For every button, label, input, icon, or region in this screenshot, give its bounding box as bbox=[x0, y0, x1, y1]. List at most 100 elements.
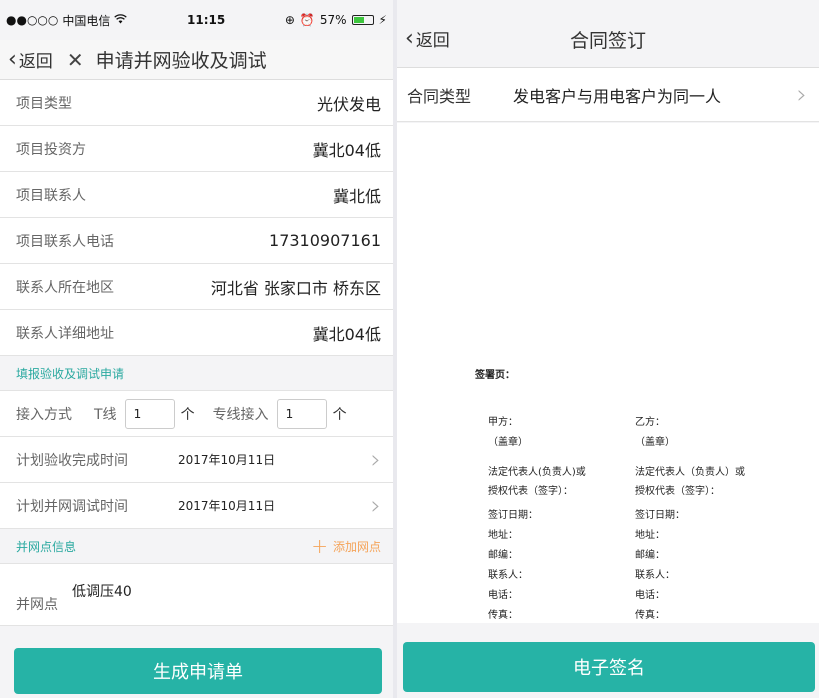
field-row-address: 联系人详细地址 冀北04低 bbox=[0, 310, 393, 356]
party-b-line: 地址： bbox=[635, 530, 665, 541]
add-grid-point-label: 添加网点 bbox=[332, 539, 381, 554]
clock: 11:15 bbox=[187, 13, 226, 27]
field-value: 17310907161 bbox=[269, 231, 381, 250]
grid-point-label: 并网点 bbox=[16, 596, 58, 613]
party-b-line: 联系人： bbox=[635, 570, 675, 581]
project-info-list: 项目类型 光伏发电 项目投资方 冀北04低 项目联系人 冀北低 项目联系人电话 … bbox=[0, 80, 393, 356]
party-b-line: 法定代表人（负责人）或 bbox=[635, 467, 745, 478]
party-b-line: 邮编： bbox=[635, 550, 665, 561]
generate-application-button[interactable]: 生成申请单 bbox=[14, 648, 382, 694]
grid-point-value: 低调压40 bbox=[72, 583, 132, 600]
signature-heading: 签署页： bbox=[475, 370, 515, 381]
close-icon[interactable]: ✕ bbox=[67, 48, 84, 72]
party-a-line: （盖章） bbox=[488, 437, 528, 448]
contract-type-value: 发电客户与用电客户为同一人 bbox=[513, 86, 722, 106]
party-a-line: 电话： bbox=[488, 590, 518, 601]
section-title: 并网点信息 bbox=[16, 539, 77, 554]
add-grid-point-button[interactable]: + 添加网点 bbox=[311, 536, 381, 556]
party-b-line: 签订日期： bbox=[635, 510, 685, 521]
field-row-project-type: 项目类型 光伏发电 bbox=[0, 80, 393, 126]
field-label: 项目联系人 bbox=[16, 187, 86, 204]
carrier-label: 中国电信 bbox=[62, 13, 111, 28]
party-a-line: 甲方： bbox=[488, 417, 518, 428]
field-value: 河北省 张家口市 桥东区 bbox=[210, 278, 381, 298]
dedicated-line-unit: 个 bbox=[332, 406, 347, 423]
dedicated-line-label: 专线接入 bbox=[212, 406, 269, 423]
page-title: 合同签订 bbox=[569, 30, 646, 52]
signal-icon: ●●○○○ bbox=[6, 13, 59, 27]
field-value: 冀北04低 bbox=[312, 140, 381, 160]
party-b-line: 传真： bbox=[635, 610, 665, 621]
nav-bar: ‹ 返回 合同签订 bbox=[397, 12, 819, 68]
t-line-unit: 个 bbox=[180, 406, 195, 423]
electronic-signature-button[interactable]: 电子签名 bbox=[403, 642, 815, 692]
section-header-apply: 填报验收及调试申请 bbox=[0, 356, 393, 391]
alarm-icon: ⏰ bbox=[299, 13, 315, 27]
plus-icon: + bbox=[311, 534, 328, 558]
field-label: 项目类型 bbox=[16, 95, 72, 112]
back-button[interactable]: ‹ 返回 bbox=[8, 47, 53, 72]
party-a-line: 邮编： bbox=[488, 550, 518, 561]
battery-fill bbox=[353, 17, 364, 23]
t-line-count-input[interactable] bbox=[124, 398, 175, 429]
section-title: 填报验收及调试申请 bbox=[16, 366, 125, 381]
top-spacer bbox=[397, 0, 819, 12]
schedule-value: 2017年10月11日 bbox=[178, 499, 276, 513]
chevron-left-icon: ‹ bbox=[405, 25, 414, 51]
field-row-contact: 项目联系人 冀北低 bbox=[0, 172, 393, 218]
schedule-value: 2017年10月11日 bbox=[178, 453, 276, 467]
chevron-right-icon: › bbox=[796, 79, 807, 110]
field-label: 联系人详细地址 bbox=[16, 325, 114, 342]
grid-point-row: 并网点 低调压40 bbox=[0, 564, 393, 626]
chevron-right-icon: › bbox=[370, 444, 381, 475]
field-label: 项目投资方 bbox=[16, 141, 86, 158]
party-b-line: 乙方： bbox=[635, 417, 665, 428]
party-b-line: （盖章） bbox=[635, 437, 675, 448]
back-label: 返回 bbox=[415, 31, 450, 51]
generate-application-label: 生成申请单 bbox=[153, 662, 243, 683]
party-a-line: 法定代表人(负责人)或 bbox=[488, 467, 586, 478]
t-line-label: T线 bbox=[94, 406, 117, 423]
party-b-line: 电话： bbox=[635, 590, 665, 601]
planned-commissioning-date-row[interactable]: 计划并网调试时间 2017年10月11日 › bbox=[0, 483, 393, 529]
field-value: 冀北04低 bbox=[312, 324, 381, 344]
status-bar: ●●○○○ 中国电信 11:15 ⊕ ⏰ 57% ⚡ bbox=[0, 0, 393, 40]
battery-icon bbox=[351, 15, 374, 25]
contract-document: 签署页： 甲方： （盖章） 法定代表人(负责人)或 授权代表（签字）： 签订日期… bbox=[397, 123, 819, 623]
field-value: 冀北低 bbox=[332, 186, 381, 206]
rotation-lock-icon: ⊕ bbox=[284, 13, 295, 27]
battery-percent: 57% bbox=[319, 13, 347, 27]
field-value: 光伏发电 bbox=[316, 94, 381, 114]
section-header-grid-points: 并网点信息 + 添加网点 bbox=[0, 529, 393, 564]
back-label: 返回 bbox=[18, 52, 53, 72]
party-a-line: 地址： bbox=[488, 530, 518, 541]
field-label: 联系人所在地区 bbox=[16, 279, 114, 296]
wifi-icon bbox=[114, 13, 128, 27]
left-screen: ●●○○○ 中国电信 11:15 ⊕ ⏰ 57% ⚡ ‹ 返回 ✕ 申请并网验收… bbox=[0, 0, 393, 698]
schedule-label: 计划并网调试时间 bbox=[16, 498, 128, 515]
access-label: 接入方式 bbox=[16, 406, 72, 423]
contract-type-label: 合同类型 bbox=[407, 86, 472, 106]
party-b-line: 授权代表（签字）： bbox=[635, 486, 720, 497]
contract-type-row[interactable]: 合同类型 发电客户与用电客户为同一人 › bbox=[397, 68, 819, 122]
right-screen: ‹ 返回 合同签订 合同类型 发电客户与用电客户为同一人 › 签署页： 甲方： … bbox=[397, 0, 819, 698]
charging-icon: ⚡ bbox=[378, 13, 387, 27]
field-row-investor: 项目投资方 冀北04低 bbox=[0, 126, 393, 172]
schedule-label: 计划验收完成时间 bbox=[16, 452, 128, 469]
party-a-line: 授权代表（签字）： bbox=[488, 486, 573, 497]
party-a-line: 传真： bbox=[488, 610, 518, 621]
field-row-region: 联系人所在地区 河北省 张家口市 桥东区 bbox=[0, 264, 393, 310]
field-label: 项目联系人电话 bbox=[16, 233, 114, 250]
party-a-line: 签订日期： bbox=[488, 510, 538, 521]
access-method-row: 接入方式 T线 个 专线接入 个 bbox=[0, 391, 393, 437]
party-a-line: 联系人： bbox=[488, 570, 528, 581]
back-button[interactable]: ‹ 返回 bbox=[405, 26, 450, 51]
electronic-signature-label: 电子签名 bbox=[573, 658, 645, 679]
page-title: 申请并网验收及调试 bbox=[95, 50, 267, 72]
nav-bar: ‹ 返回 ✕ 申请并网验收及调试 bbox=[0, 40, 393, 80]
chevron-right-icon: › bbox=[370, 490, 381, 521]
planned-acceptance-date-row[interactable]: 计划验收完成时间 2017年10月11日 › bbox=[0, 437, 393, 483]
dedicated-line-count-input[interactable] bbox=[276, 398, 327, 429]
chevron-left-icon: ‹ bbox=[8, 46, 17, 72]
field-row-contact-phone: 项目联系人电话 17310907161 bbox=[0, 218, 393, 264]
